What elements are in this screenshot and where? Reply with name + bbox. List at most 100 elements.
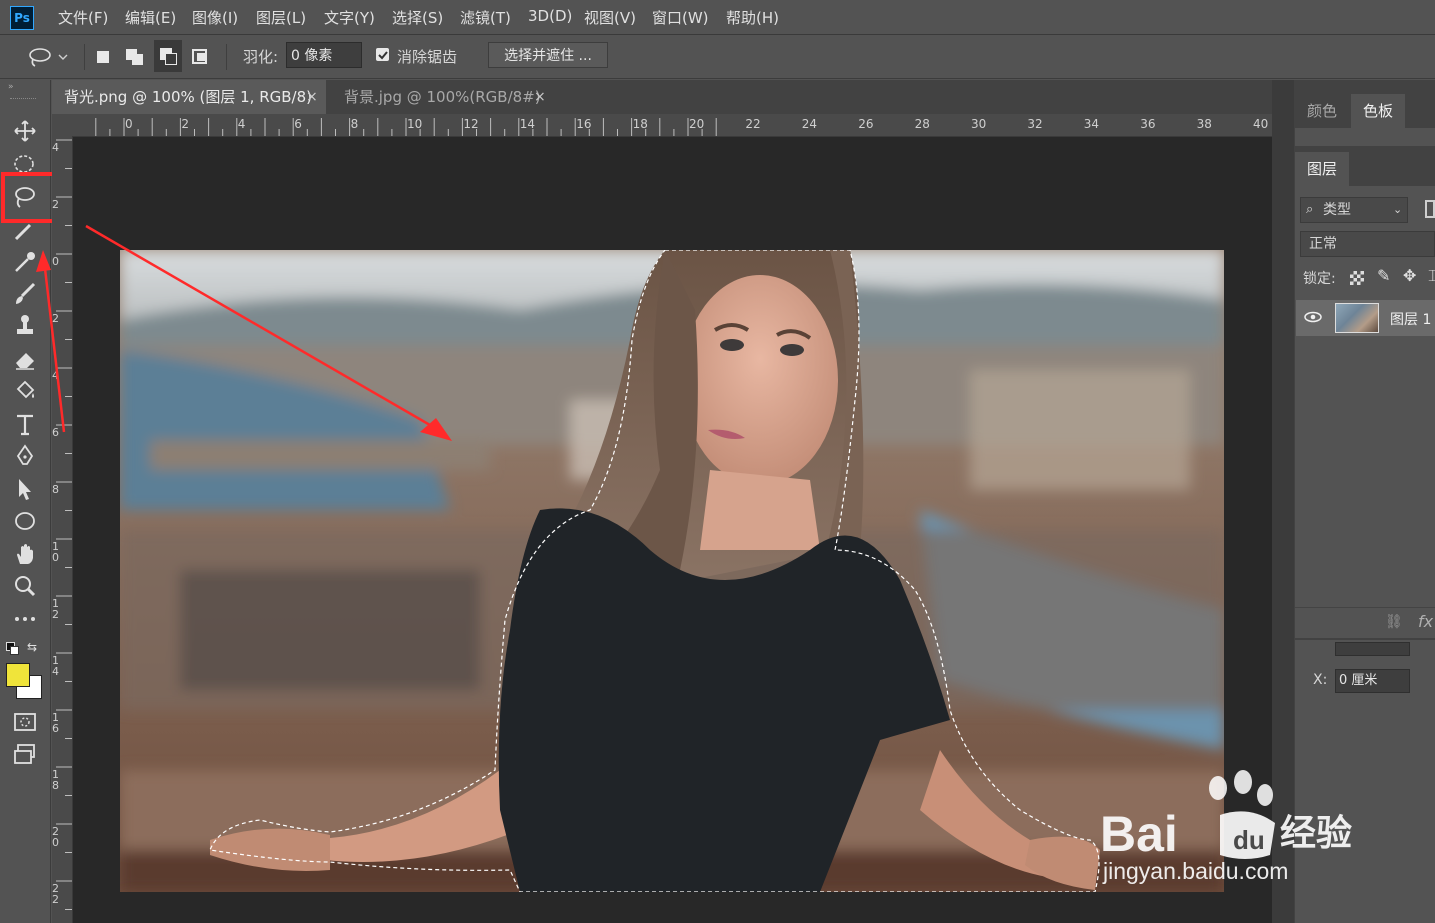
menu-window[interactable]: 窗口(W) [652, 7, 709, 28]
ellipse-tool[interactable] [10, 507, 40, 535]
tab-backlight-png[interactable]: 背光.png @ 100% (图层 1, RGB/8) × [52, 80, 326, 114]
intersect-selection-button[interactable] [190, 46, 212, 68]
swatches-panel-body [1295, 128, 1435, 146]
hand-tool[interactable] [10, 540, 40, 568]
menu-select[interactable]: 选择(S) [392, 7, 443, 28]
ruler-label: 0 [125, 117, 133, 131]
ruler-label: 26 [858, 117, 874, 131]
watermark-site: jingyan.baidu.com [1103, 858, 1289, 884]
collapse-icon[interactable]: » [8, 82, 14, 92]
menu-filter[interactable]: 滤镜(T) [460, 7, 511, 28]
move-tool[interactable] [10, 117, 40, 145]
ruler-label: 14 [519, 117, 536, 131]
ruler-label: 34 [1083, 117, 1100, 131]
default-colors-icon[interactable] [6, 642, 19, 655]
horizontal-ruler[interactable]: 0 2 4 6 8 10 12 14 16 18 20 22 24 26 28 30 32 34 36 38 40 [52, 114, 1272, 137]
stamp-icon [17, 315, 33, 334]
subtract-selection-button[interactable] [154, 40, 182, 72]
layer-kind-filter[interactable]: ⌕ 类型 ⌄ [1300, 197, 1408, 223]
menu-layer[interactable]: 图层(L) [256, 7, 306, 28]
zoom-tool[interactable] [10, 572, 40, 600]
layer-name[interactable]: 图层 1 [1390, 309, 1431, 329]
image-filter-icon[interactable] [1425, 200, 1435, 218]
menu-image[interactable]: 图像(I) [192, 7, 238, 28]
paint-bucket-tool[interactable] [10, 377, 40, 405]
x-position-label: X: [1313, 672, 1328, 688]
lock-transparent-icon[interactable] [1350, 271, 1364, 285]
link-layers-icon[interactable]: ⛓ [1385, 614, 1403, 630]
color-panel-tabs: 颜色 色板 [1295, 94, 1435, 128]
tab-color[interactable]: 颜色 [1295, 94, 1349, 128]
ruler-label: 4 [52, 141, 59, 154]
x-position-input[interactable]: 0 厘米 [1335, 669, 1410, 693]
menu-edit[interactable]: 编辑(E) [125, 7, 176, 28]
panel-grip[interactable] [10, 98, 36, 101]
lock-position-icon[interactable]: ✥ [1403, 266, 1416, 285]
eraser-icon [16, 353, 34, 370]
move-icon [14, 120, 36, 142]
eyedropper-tool[interactable] [10, 247, 40, 275]
tool-preset-picker[interactable] [26, 44, 72, 70]
baidu-paw-logo: Bai du 经验 [1100, 770, 1352, 862]
ruler-label: 10 [407, 117, 423, 131]
swap-colors-icon[interactable]: ⇆ [27, 640, 37, 654]
hand-icon [17, 544, 33, 564]
ruler-label: 6 [294, 117, 302, 131]
document-image[interactable] [120, 250, 1224, 892]
menu-type[interactable]: 文字(Y) [324, 7, 375, 28]
type-icon [17, 414, 33, 436]
tab-label: 背光.png @ 100% (图层 1, RGB/8) [64, 88, 312, 106]
arrow-pointer-icon [19, 479, 31, 500]
options-bar: 羽化: 0 像素 消除锯齿 选择并遮住 ... [0, 35, 1435, 79]
close-icon[interactable]: × [534, 80, 546, 114]
new-selection-button[interactable] [92, 46, 114, 68]
feather-input[interactable]: 0 像素 [286, 42, 362, 68]
pen-tool[interactable] [10, 442, 40, 470]
ruler-label: 36 [1140, 117, 1156, 131]
layer-thumbnail[interactable] [1335, 303, 1379, 333]
lock-artboard-icon[interactable]: ⌶ [1428, 266, 1435, 286]
layers-panel-tabs: 图层 [1295, 152, 1435, 186]
brush-icon [16, 282, 36, 304]
eye-icon[interactable] [1303, 309, 1323, 325]
close-icon[interactable]: × [306, 80, 318, 114]
path-select-tool[interactable] [10, 475, 40, 503]
more-tools[interactable] [10, 605, 40, 633]
width-input[interactable] [1335, 642, 1410, 656]
add-selection-button[interactable] [124, 46, 146, 68]
ellipse-icon [15, 512, 35, 530]
lasso-icon [29, 48, 68, 67]
foreground-color-swatch[interactable] [6, 663, 30, 687]
lock-pixels-brush-icon[interactable]: ✎ [1377, 266, 1390, 285]
menu-view[interactable]: 视图(V) [584, 7, 636, 28]
tab-swatches[interactable]: 色板 [1351, 94, 1406, 128]
brush-tool[interactable] [10, 280, 40, 308]
document-tabs: 背光.png @ 100% (图层 1, RGB/8) × 背景.jpg @ 1… [52, 80, 1292, 114]
quick-mask-tool[interactable] [10, 708, 40, 736]
menu-bar: Ps 文件(F) 编辑(E) 图像(I) 图层(L) 文字(Y) 选择(S) 滤… [0, 0, 1435, 35]
layers-panel-footer: ⛓ fx [1295, 607, 1435, 638]
eraser-tool[interactable] [10, 345, 40, 373]
menu-3d[interactable]: 3D(D) [528, 7, 572, 25]
tab-layers[interactable]: 图层 [1295, 152, 1350, 186]
watermark-brand: Bai [1100, 806, 1178, 862]
ruler-label: 1 4 [52, 654, 59, 678]
ruler-label: 20 [689, 117, 705, 131]
blend-mode-select[interactable]: 正常 [1300, 231, 1435, 257]
tab-background-jpg[interactable]: 背景.jpg @ 100%(RGB/8#) × [332, 80, 552, 114]
stamp-tool[interactable] [10, 312, 40, 340]
fx-icon[interactable]: fx [1418, 612, 1433, 631]
screen-mode-tool[interactable] [10, 740, 40, 768]
select-and-mask-button[interactable]: 选择并遮住 ... [488, 42, 608, 68]
feather-label: 羽化: [243, 48, 279, 66]
paint-bucket-icon [16, 380, 35, 399]
ruler-label: 4 [52, 369, 59, 382]
type-tool[interactable] [10, 410, 40, 438]
menu-help[interactable]: 帮助(H) [726, 7, 779, 28]
ruler-label: 1 8 [52, 768, 59, 792]
ruler-label: 1 2 [52, 597, 59, 621]
ruler-label: 0 [52, 255, 59, 268]
menu-file[interactable]: 文件(F) [58, 7, 108, 28]
vertical-ruler[interactable]: 4 2 0 2 4 6 8 1 0 1 2 1 4 1 6 1 8 2 0 2 2 [52, 136, 73, 923]
antialias-checkbox[interactable] [376, 48, 389, 61]
